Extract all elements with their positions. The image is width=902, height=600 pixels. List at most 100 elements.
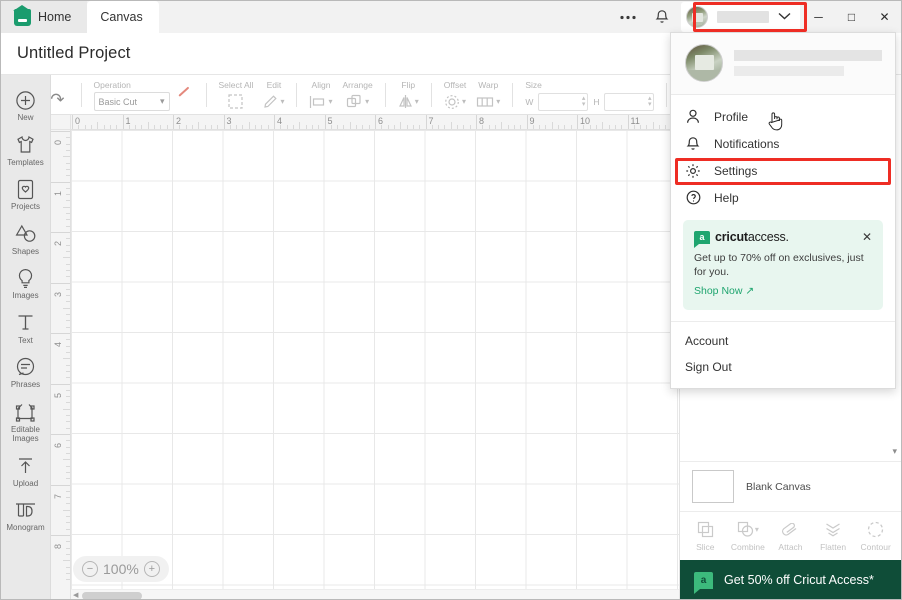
- height-stepper[interactable]: ▴▾: [648, 96, 652, 108]
- ruler-minor-tick: [419, 125, 420, 129]
- sidebar-item-shapes[interactable]: Shapes: [1, 217, 50, 262]
- action-attach[interactable]: Attach: [770, 521, 810, 552]
- toolbar-divider: [81, 83, 82, 107]
- ruler-minor-tick: [66, 548, 70, 549]
- sidebar-item-monogram[interactable]: Monogram: [1, 493, 50, 538]
- chevron-down-icon: ▾: [160, 96, 165, 107]
- ruler-minor-tick: [66, 447, 70, 448]
- width-input[interactable]: ▴▾: [538, 93, 588, 111]
- ruler-minor-tick: [63, 156, 70, 157]
- operation-control[interactable]: Operation Basic Cut ▾: [89, 80, 199, 111]
- page-title[interactable]: Untitled Project: [17, 44, 130, 63]
- menu-item-label: Help: [714, 191, 739, 205]
- brand-access: access.: [748, 230, 789, 244]
- menu-item-label: Notifications: [714, 137, 779, 151]
- close-icon[interactable]: ✕: [862, 230, 872, 244]
- promo-banner[interactable]: a Get 50% off Cricut Access*: [680, 560, 901, 600]
- warp-control[interactable]: Warp ▾: [471, 80, 505, 111]
- text-t-icon: [16, 312, 35, 334]
- operation-select[interactable]: Basic Cut ▾: [94, 92, 170, 111]
- ruler-minor-tick: [66, 270, 70, 271]
- action-slice[interactable]: Slice: [685, 521, 725, 552]
- zoom-out-button[interactable]: −: [82, 561, 98, 577]
- flip-icon: ▾: [398, 92, 419, 111]
- ruler-minor-tick: [571, 125, 572, 129]
- align-control[interactable]: Align ▾: [304, 80, 337, 111]
- zoom-control[interactable]: − 100% +: [73, 556, 169, 582]
- sidebar-item-phrases[interactable]: Phrases: [1, 350, 50, 395]
- account-menu-button[interactable]: [681, 2, 800, 32]
- ruler-minor-tick: [66, 314, 70, 315]
- action-contour[interactable]: Contour: [856, 521, 896, 552]
- ruler-minor-tick: [85, 125, 86, 129]
- ellipsis-icon[interactable]: [611, 1, 645, 33]
- combine-icon: ▾: [737, 521, 759, 538]
- sidebar-item-text[interactable]: Text: [1, 306, 50, 351]
- action-combine[interactable]: ▾ Combine: [728, 521, 768, 552]
- ruler-minor-tick: [432, 125, 433, 129]
- sidebar-item-editable-images[interactable]: Editable Images: [1, 395, 50, 449]
- ruler-minor-tick: [508, 125, 509, 129]
- sidebar-item-upload[interactable]: Upload: [1, 449, 50, 494]
- list-item[interactable]: Blank Canvas: [680, 461, 901, 511]
- notification-bell-icon[interactable]: [645, 1, 679, 33]
- menu-item-help[interactable]: Help: [671, 184, 895, 211]
- size-fields: W ▴▾ H ▴▾: [525, 92, 654, 111]
- chevron-down-icon[interactable]: ▾: [892, 446, 897, 457]
- ruler-tick: [51, 535, 71, 536]
- edit-control[interactable]: Edit ▾: [258, 80, 289, 111]
- ruler-minor-tick: [110, 125, 111, 129]
- ruler-minor-tick: [646, 125, 647, 129]
- ruler-minor-tick: [66, 579, 70, 580]
- width-stepper[interactable]: ▴▾: [582, 96, 586, 108]
- tab-home[interactable]: Home: [1, 1, 87, 33]
- shop-now-link[interactable]: Shop Now ↗: [694, 285, 754, 297]
- menu-item-notifications[interactable]: Notifications: [671, 130, 895, 157]
- ruler-minor-tick: [198, 122, 199, 129]
- ruler-minor-tick: [533, 125, 534, 129]
- close-button[interactable]: ✕: [868, 1, 901, 33]
- ruler-minor-tick: [470, 125, 471, 129]
- menu-item-settings[interactable]: Settings: [671, 157, 895, 184]
- scroll-left-arrow-icon[interactable]: ◀: [73, 591, 78, 599]
- menu-item-profile[interactable]: Profile: [671, 103, 895, 130]
- menu-item-account[interactable]: Account: [671, 328, 895, 354]
- select-all-control[interactable]: Select All: [214, 80, 259, 111]
- minimize-button[interactable]: ─: [802, 1, 835, 33]
- sidebar-item-images[interactable]: Images: [1, 261, 50, 306]
- action-flatten[interactable]: Flatten: [813, 521, 853, 552]
- ruler-minor-tick: [463, 125, 464, 129]
- ruler-minor-tick: [66, 144, 70, 145]
- titlebar-right-group: ─ □ ✕: [611, 1, 901, 33]
- menu-item-signout[interactable]: Sign Out: [671, 354, 895, 380]
- ruler-minor-tick: [66, 554, 70, 555]
- tab-canvas[interactable]: Canvas: [87, 1, 158, 33]
- ruler-minor-tick: [66, 529, 70, 530]
- scrollbar-thumb[interactable]: [82, 592, 142, 600]
- zoom-in-button[interactable]: +: [144, 561, 160, 577]
- action-label: Slice: [696, 542, 714, 552]
- color-swatch-pen-icon[interactable]: [177, 93, 194, 110]
- contour-icon: [867, 521, 884, 538]
- offset-control[interactable]: Offset ▾: [439, 80, 472, 111]
- sidebar-item-projects[interactable]: Projects: [1, 172, 50, 217]
- ruler-minor-tick: [653, 122, 654, 129]
- sidebar-item-new[interactable]: New: [1, 83, 50, 128]
- design-canvas[interactable]: 01234567891011 012345678 − 100% + ◀: [51, 115, 679, 600]
- layer-actions-bar: Slice ▾ Combine Attach Flatten: [680, 511, 901, 560]
- ruler-minor-tick: [66, 295, 70, 296]
- height-input[interactable]: ▴▾: [604, 93, 654, 111]
- ruler-minor-tick: [66, 371, 70, 372]
- arrange-control[interactable]: Arrange ▾: [338, 80, 378, 111]
- sidebar-item-templates[interactable]: Templates: [1, 128, 50, 173]
- flip-control[interactable]: Flip ▾: [393, 80, 424, 111]
- horizontal-scrollbar[interactable]: ◀: [71, 589, 679, 600]
- ruler-minor-tick: [293, 125, 294, 129]
- ruler-minor-tick: [66, 415, 70, 416]
- canvas-grid[interactable]: [71, 130, 679, 600]
- ruler-tick: [72, 115, 73, 130]
- maximize-button[interactable]: □: [835, 1, 868, 33]
- avatar: [685, 44, 723, 82]
- ruler-minor-tick: [160, 125, 161, 129]
- ruler-minor-tick: [66, 377, 70, 378]
